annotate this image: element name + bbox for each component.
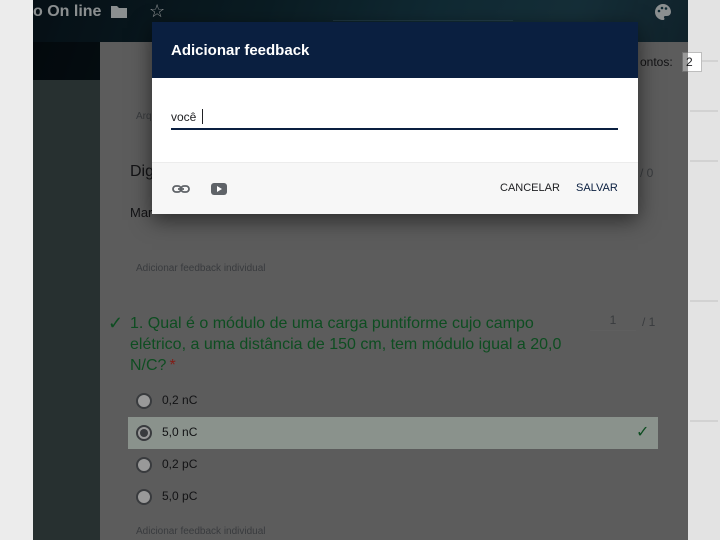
dialog-header: Adicionar feedback [152,22,638,78]
add-feedback-dialog: Adicionar feedback você CANCELAR SALVAR [152,22,638,214]
scrim-edge [680,0,688,540]
cancel-button[interactable]: CANCELAR [500,182,560,194]
feedback-text-input[interactable]: você [171,107,618,130]
feedback-input-value: você [171,110,197,124]
dialog-title: Adicionar feedback [171,42,310,59]
youtube-video-icon[interactable] [210,181,228,197]
link-icon[interactable] [172,182,190,196]
text-caret [202,109,203,124]
dialog-footer: CANCELAR SALVAR [152,162,638,214]
save-button[interactable]: SALVAR [576,182,618,194]
